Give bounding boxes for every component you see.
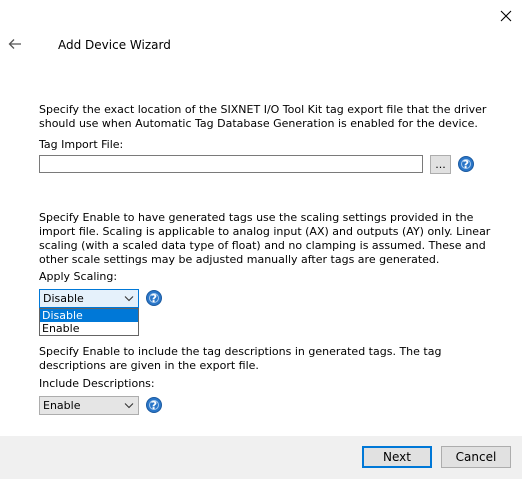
apply-scaling-options: Disable Enable: [39, 308, 139, 336]
tag-import-file-input[interactable]: [39, 155, 423, 173]
apply-scaling-label: Apply Scaling:: [39, 270, 118, 283]
include-descriptions-label: Include Descriptions:: [39, 377, 155, 390]
apply-scaling-value: Disable: [43, 292, 84, 305]
tag-import-label: Tag Import File:: [39, 138, 124, 151]
chevron-down-icon: [124, 403, 134, 409]
help-icon[interactable]: ?: [146, 397, 162, 413]
wizard-title: Add Device Wizard: [58, 38, 171, 52]
help-icon[interactable]: ?: [458, 156, 474, 172]
back-button[interactable]: [3, 32, 27, 56]
help-icon[interactable]: ?: [146, 290, 162, 306]
option-enable[interactable]: Enable: [40, 322, 138, 335]
cancel-button[interactable]: Cancel: [441, 446, 511, 468]
back-arrow-icon: [8, 39, 21, 49]
next-button[interactable]: Next: [362, 446, 432, 468]
option-disable[interactable]: Disable: [40, 309, 138, 322]
apply-scaling-select[interactable]: Disable: [39, 289, 139, 308]
scaling-description: Specify Enable to have generated tags us…: [39, 211, 491, 266]
close-button[interactable]: [492, 2, 520, 30]
tag-import-description: Specify the exact location of the SIXNET…: [39, 103, 487, 130]
chevron-down-icon: [124, 296, 134, 302]
close-icon: [500, 10, 512, 22]
browse-button[interactable]: ...: [430, 155, 451, 174]
include-descriptions-value: Enable: [43, 399, 81, 412]
descriptions-description: Specify Enable to include the tag descri…: [39, 345, 442, 372]
include-descriptions-select[interactable]: Enable: [39, 396, 139, 415]
